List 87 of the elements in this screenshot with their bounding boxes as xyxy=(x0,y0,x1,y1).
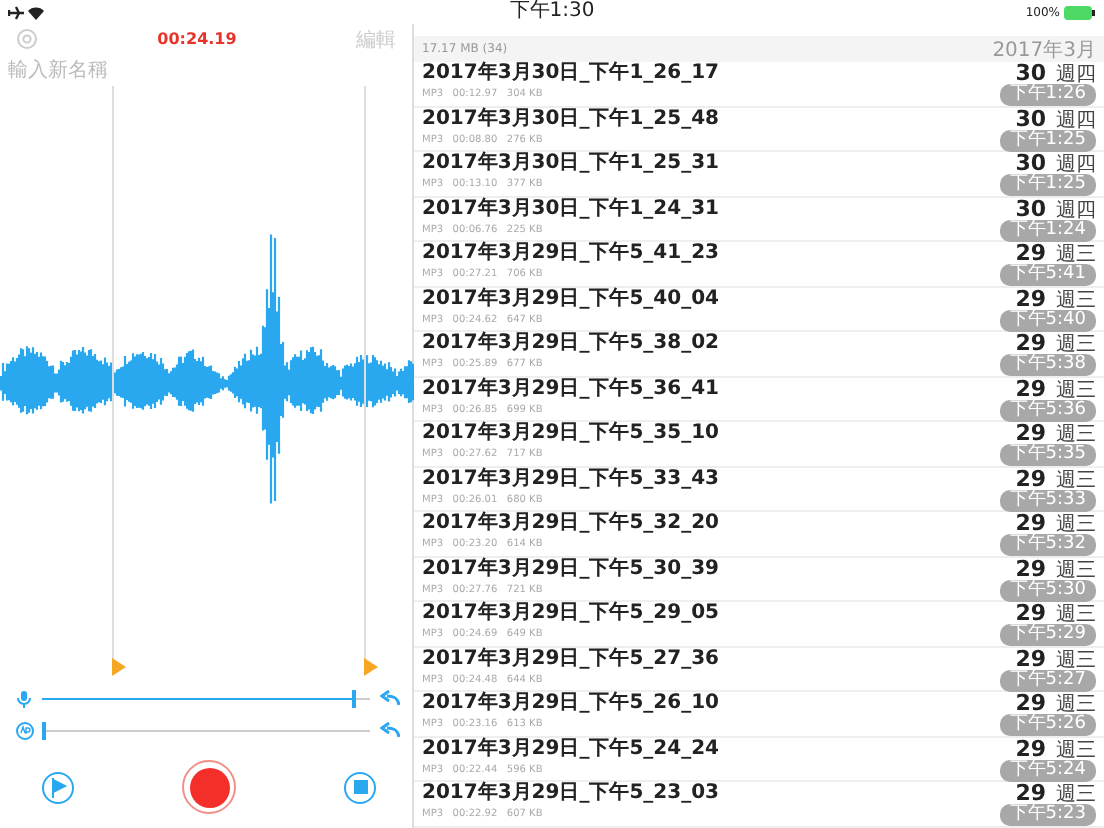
time-pill: 下午5:41 xyxy=(999,264,1096,286)
weekday-label: 週三 xyxy=(1056,424,1096,446)
time-pill: 下午5:29 xyxy=(999,624,1096,646)
weekday-label: 週三 xyxy=(1056,289,1096,311)
recording-title: 2017年3月29日_下午5_29_05 xyxy=(422,602,719,626)
recording-title: 2017年3月30日_下午1_25_31 xyxy=(422,152,719,176)
wifi-icon xyxy=(28,5,44,19)
weekday-label: 週三 xyxy=(1056,514,1096,536)
month-label: 2017年3月 xyxy=(992,37,1096,63)
time-pill: 下午1:24 xyxy=(999,219,1096,241)
recording-title: 2017年3月30日_下午1_26_17 xyxy=(422,62,719,86)
record-button[interactable] xyxy=(182,760,236,814)
settings-icon[interactable] xyxy=(16,28,38,50)
time-pill: 下午5:26 xyxy=(999,714,1096,736)
weekday-label: 週三 xyxy=(1056,559,1096,581)
recording-title: 2017年3月29日_下午5_23_03 xyxy=(422,782,719,806)
status-time: 下午1:30 xyxy=(509,0,595,24)
recording-title: 2017年3月30日_下午1_25_48 xyxy=(422,107,719,131)
day-number: 29 xyxy=(1015,512,1046,534)
time-pill: 下午5:27 xyxy=(999,669,1096,691)
day-number: 29 xyxy=(1015,602,1046,624)
trim-start-line[interactable] xyxy=(112,86,114,662)
time-pill: 下午5:33 xyxy=(999,489,1096,511)
recording-title: 2017年3月29日_下午5_30_39 xyxy=(422,557,719,581)
weekday-label: 週三 xyxy=(1056,649,1096,671)
weekday-label: 週三 xyxy=(1056,379,1096,401)
time-pill: 下午5:40 xyxy=(999,309,1096,331)
day-number: 29 xyxy=(1015,782,1046,804)
day-number: 29 xyxy=(1015,467,1046,489)
recording-title: 2017年3月29日_下午5_40_04 xyxy=(422,287,719,311)
day-number: 29 xyxy=(1015,377,1046,399)
microphone-icon xyxy=(16,689,32,707)
day-number: 29 xyxy=(1015,242,1046,264)
trim-end-handle-icon[interactable] xyxy=(364,658,378,676)
weekday-label: 週三 xyxy=(1056,739,1096,761)
day-number: 29 xyxy=(1015,737,1046,759)
elapsed-time: 00:24.19 xyxy=(157,30,237,48)
time-pill: 下午5:24 xyxy=(999,759,1096,781)
time-pill: 下午5:36 xyxy=(999,399,1096,421)
day-number: 29 xyxy=(1015,287,1046,309)
time-pill: 下午5:32 xyxy=(999,534,1096,556)
weekday-label: 週三 xyxy=(1056,469,1096,491)
gain-icon xyxy=(16,721,34,739)
day-number: 30 xyxy=(1015,62,1046,84)
trim-start-handle-icon[interactable] xyxy=(112,658,126,676)
day-number: 29 xyxy=(1015,647,1046,669)
recording-title: 2017年3月29日_下午5_41_23 xyxy=(422,242,719,266)
weekday-label: 週三 xyxy=(1056,244,1096,266)
day-number: 30 xyxy=(1015,107,1046,129)
time-pill: 下午1:25 xyxy=(999,129,1096,151)
weekday-label: 週四 xyxy=(1056,109,1096,131)
time-pill: 下午5:35 xyxy=(999,444,1096,466)
day-number: 29 xyxy=(1015,557,1046,579)
flag-icon xyxy=(49,777,67,797)
weekday-label: 週三 xyxy=(1056,334,1096,356)
airplane-icon xyxy=(8,5,24,19)
flag-button[interactable] xyxy=(42,771,74,803)
undo-icon[interactable] xyxy=(380,690,400,706)
day-number: 29 xyxy=(1015,422,1046,444)
day-number: 29 xyxy=(1015,692,1046,714)
recording-title: 2017年3月29日_下午5_36_41 xyxy=(422,377,719,401)
recording-title: 2017年3月29日_下午5_26_10 xyxy=(422,692,719,716)
weekday-label: 週三 xyxy=(1056,604,1096,626)
time-pill: 下午5:23 xyxy=(999,804,1096,826)
recording-title: 2017年3月30日_下午1_24_31 xyxy=(422,197,719,221)
weekday-label: 週三 xyxy=(1056,694,1096,716)
time-pill: 下午5:30 xyxy=(999,579,1096,601)
stop-button[interactable] xyxy=(344,771,376,803)
name-input-field[interactable]: 輸入新名稱 xyxy=(0,54,412,86)
time-pill: 下午1:25 xyxy=(999,174,1096,196)
battery-icon xyxy=(1064,5,1096,19)
recording-title: 2017年3月29日_下午5_38_02 xyxy=(422,332,719,356)
recording-title: 2017年3月29日_下午5_33_43 xyxy=(422,467,719,491)
weekday-label: 週四 xyxy=(1056,154,1096,176)
weekday-label: 週四 xyxy=(1056,64,1096,86)
day-number: 30 xyxy=(1015,152,1046,174)
recording-title: 2017年3月29日_下午5_35_10 xyxy=(422,422,719,446)
undo-icon[interactable] xyxy=(380,722,400,738)
weekday-label: 週三 xyxy=(1056,784,1096,806)
recording-title: 2017年3月29日_下午5_32_20 xyxy=(422,512,719,536)
day-number: 30 xyxy=(1015,197,1046,219)
recording-title: 2017年3月29日_下午5_24_24 xyxy=(422,737,719,761)
recording-title: 2017年3月29日_下午5_27_36 xyxy=(422,647,719,671)
time-pill: 下午5:38 xyxy=(999,354,1096,376)
day-number: 29 xyxy=(1015,332,1046,354)
weekday-label: 週四 xyxy=(1056,199,1096,221)
time-pill: 下午1:26 xyxy=(999,84,1096,106)
